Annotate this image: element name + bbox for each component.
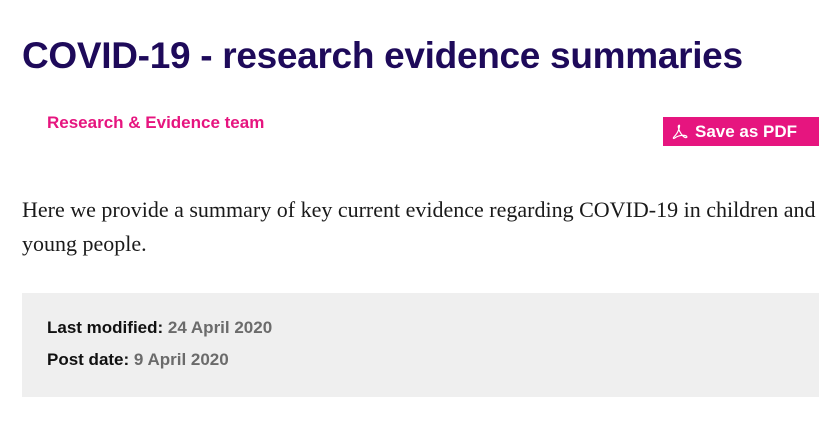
last-modified-label: Last modified: [47, 318, 168, 337]
post-date-row: Post date: 9 April 2020 [47, 350, 229, 370]
save-as-pdf-button[interactable]: Save as PDF [663, 117, 819, 146]
page: COVID-19 - research evidence summaries R… [0, 0, 836, 421]
research-evidence-team-link[interactable]: Research & Evidence team [47, 113, 264, 133]
intro-paragraph: Here we provide a summary of key current… [22, 197, 816, 256]
post-date-value: 9 April 2020 [133, 350, 229, 369]
save-as-pdf-label: Save as PDF [695, 121, 798, 141]
page-title: COVID-19 - research evidence summaries [22, 35, 743, 76]
last-modified-value: 24 April 2020 [167, 318, 273, 337]
pdf-icon [671, 123, 689, 141]
last-modified-row: Last modified: 24 April 2020 [47, 318, 272, 338]
post-date-label: Post date: [47, 350, 134, 369]
post-meta-box: Last modified: 24 April 2020 Post date: … [22, 293, 819, 397]
